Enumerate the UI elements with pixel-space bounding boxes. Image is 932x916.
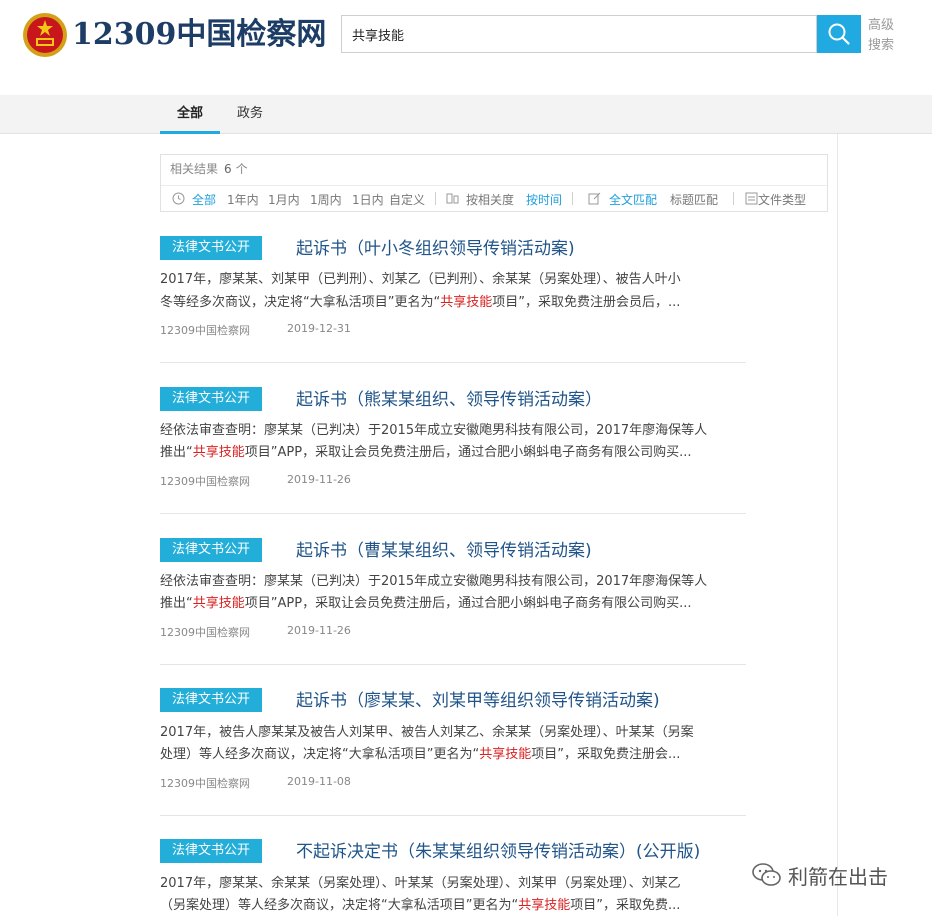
result-date: 2019-11-26	[287, 624, 351, 637]
result-badge: 法律文书公开	[160, 236, 262, 260]
advanced-search-line1: 高级	[868, 18, 895, 33]
advanced-search-line2: 搜索	[868, 38, 895, 53]
snippet-text: 冬等经多次商议，决定将“大拿私活项目”更名为“	[160, 295, 441, 310]
result-title-link[interactable]: 起诉书（熊某某组织、领导传销活动案）	[296, 387, 602, 413]
result-snippet-line1: 2017年，被告人廖某某及被告人刘某甲、被告人刘某乙、余某某（另案处理）、叶某某…	[160, 725, 694, 740]
result-item: 法律文书公开 不起诉决定书（朱某某组织领导传销活动案）(公开版) 2017年，廖…	[160, 839, 746, 916]
wechat-icon	[752, 863, 781, 886]
keyword-highlight: 共享技能	[192, 596, 245, 611]
result-snippet-line2: 处理）等人经多次商议，决定将“大拿私活项目”更名为“共享技能项目”，采取免费注册…	[160, 744, 746, 766]
result-title-link[interactable]: 起诉书（曹某某组织、领导传销活动案)	[296, 538, 592, 564]
result-date: 2019-11-26	[287, 473, 351, 486]
filter-separator	[733, 192, 734, 205]
filter-time-1week[interactable]: 1周内	[310, 191, 342, 208]
filter-box: 相关结果 6 个 全部 1年内 1月内 1周内 1日内 自定义 按相关度 按时间 全…	[160, 154, 828, 212]
result-divider	[160, 815, 746, 816]
result-badge: 法律文书公开	[160, 538, 262, 562]
result-snippet-line1: 2017年，廖某某、刘某甲（已判刑）、刘某乙（已判刑）、余某某（另案处理）、被告…	[160, 272, 681, 287]
snippet-text: 项目”，采取免费...	[570, 898, 681, 913]
result-item: 法律文书公开 起诉书（廖某某、刘某甲等组织领导传销活动案) 2017年，被告人廖…	[160, 688, 746, 798]
result-title-link[interactable]: 不起诉决定书（朱某某组织领导传销活动案）(公开版)	[296, 839, 700, 865]
result-source: 12309中国检察网	[160, 777, 250, 790]
sort-icon	[446, 193, 459, 204]
result-divider	[160, 513, 746, 514]
result-snippet-line2: （另案处理）等人经多次商议，决定将“大拿私活项目”更名为“共享技能项目”，采取免…	[160, 895, 746, 916]
result-snippet-line2: 冬等经多次商议，决定将“大拿私活项目”更名为“共享技能项目”，采取免费注册会员后…	[160, 292, 746, 314]
result-item: 法律文书公开 起诉书（曹某某组织、领导传销活动案) 经依法审查查明：廖某某（已判…	[160, 538, 746, 648]
filter-time-1day[interactable]: 1日内	[352, 191, 384, 208]
filter-time-custom[interactable]: 自定义	[389, 191, 425, 208]
filter-separator	[572, 192, 573, 205]
result-count: 相关结果 6 个	[170, 160, 248, 177]
result-snippet-line1: 经依法审查查明：廖某某（已判决）于2015年成立安徽飑男科技有限公司，2017年…	[160, 574, 708, 589]
filter-separator	[435, 192, 436, 205]
keyword-highlight: 共享技能	[518, 898, 571, 913]
advanced-search-link[interactable]: 高级 搜索	[868, 16, 902, 56]
snippet-text: （另案处理）等人经多次商议，决定将“大拿私活项目”更名为“	[160, 898, 519, 913]
filter-file-type[interactable]: 文件类型	[758, 191, 806, 208]
result-source: 12309中国检察网	[160, 626, 250, 639]
keyword-highlight: 共享技能	[479, 747, 532, 762]
edit-document-icon	[588, 192, 601, 205]
snippet-text: 项目”，采取免费注册会员后，...	[492, 295, 681, 310]
result-date: 2019-11-08	[287, 775, 351, 788]
match-title[interactable]: 标题匹配	[670, 191, 718, 208]
result-title-link[interactable]: 起诉书（叶小冬组织领导传销活动案)	[296, 236, 575, 262]
watermark-text: 利箭在出击	[788, 864, 888, 889]
snippet-text: 推出“	[160, 596, 193, 611]
result-count-number: 6	[224, 162, 232, 176]
snippet-text: 项目”APP，采取让会员免费注册后，通过合肥小蝌蚪电子商务有限公司购买...	[244, 596, 692, 611]
result-item: 法律文书公开 起诉书（叶小冬组织领导传销活动案) 2017年，廖某某、刘某甲（已…	[160, 236, 746, 346]
result-count-unit: 个	[235, 162, 248, 176]
sort-by-time[interactable]: 按时间	[526, 191, 562, 208]
search-input[interactable]	[342, 16, 816, 52]
snippet-text: 处理）等人经多次商议，决定将“大拿私活项目”更名为“	[160, 747, 480, 762]
tab-all[interactable]: 全部	[160, 95, 220, 133]
site-logo-text[interactable]: 12309中国检察网	[72, 12, 326, 58]
tab-government[interactable]: 政务	[222, 95, 278, 133]
result-snippet-line1: 2017年，廖某某、余某某（另案处理）、叶某某（另案处理）、刘某甲（另案处理）、…	[160, 876, 681, 891]
wechat-watermark: 利箭在出击	[752, 856, 888, 894]
search-button[interactable]	[817, 15, 861, 53]
snippet-text: 项目”APP，采取让会员免费注册后，通过合肥小蝌蚪电子商务有限公司购买...	[244, 445, 692, 460]
result-divider	[160, 664, 746, 665]
file-type-icon	[745, 192, 758, 205]
result-divider	[160, 362, 746, 363]
filter-row: 全部 1年内 1月内 1周内 1日内 自定义 按相关度 按时间 全文匹配 标题匹…	[161, 185, 827, 213]
result-source: 12309中国检察网	[160, 475, 250, 488]
sort-by-relevance[interactable]: 按相关度	[466, 191, 514, 208]
result-title-link[interactable]: 起诉书（廖某某、刘某甲等组织领导传销活动案)	[296, 688, 660, 714]
keyword-highlight: 共享技能	[192, 445, 245, 460]
result-date: 2019-12-31	[287, 322, 351, 335]
filter-time-1year[interactable]: 1年内	[227, 191, 259, 208]
result-snippet-line1: 经依法审查查明：廖某某（已判决）于2015年成立安徽飑男科技有限公司，2017年…	[160, 423, 708, 438]
match-fulltext[interactable]: 全文匹配	[609, 191, 657, 208]
filter-time-all[interactable]: 全部	[192, 191, 216, 208]
snippet-text: 项目”，采取免费注册会...	[531, 747, 681, 762]
result-badge: 法律文书公开	[160, 688, 262, 712]
national-emblem-icon	[23, 13, 67, 57]
result-source: 12309中国检察网	[160, 324, 250, 337]
result-snippet-line2: 推出“共享技能项目”APP，采取让会员免费注册后，通过合肥小蝌蚪电子商务有限公司…	[160, 593, 746, 615]
result-item: 法律文书公开 起诉书（熊某某组织、领导传销活动案） 经依法审查查明：廖某某（已判…	[160, 387, 746, 497]
tabs-bar: 全部 政务	[0, 95, 932, 134]
snippet-text: 推出“	[160, 445, 193, 460]
search-box	[341, 15, 817, 53]
result-snippet-line2: 推出“共享技能项目”APP，采取让会员免费注册后，通过合肥小蝌蚪电子商务有限公司…	[160, 442, 746, 464]
filter-time-1month[interactable]: 1月内	[268, 191, 300, 208]
clock-icon	[172, 192, 185, 205]
keyword-highlight: 共享技能	[440, 295, 493, 310]
result-count-label: 相关结果	[170, 162, 219, 176]
result-badge: 法律文书公开	[160, 387, 262, 411]
result-badge: 法律文书公开	[160, 839, 262, 863]
search-icon	[828, 23, 850, 45]
